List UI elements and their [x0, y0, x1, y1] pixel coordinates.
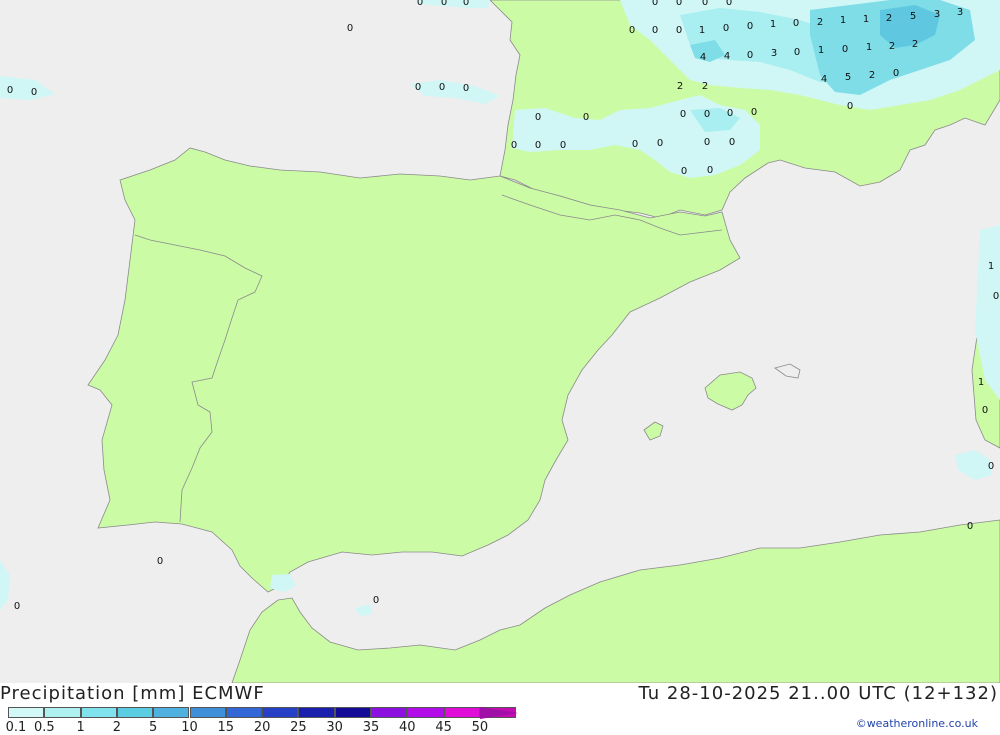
precip-value: 2 [912, 39, 918, 50]
precip-value: 0 [967, 521, 973, 532]
precip-value: 5 [910, 11, 916, 22]
precip-value: 0 [583, 112, 589, 123]
precipitation-map: 0 0 0 0 0 0 0 0 0 0 0 0 0 0 0 0 0 0 0 0 0 0 0 0 0 0 0 0 0 0 1 0 0 1 0 2 1 1 2 5… [0, 0, 1000, 683]
precip-value: 2 [702, 81, 708, 92]
precip-value: 0 [702, 0, 708, 8]
precip-value: 0 [723, 23, 729, 34]
precip-value: 0 [704, 137, 710, 148]
precip-value: 0 [652, 0, 658, 8]
legend-arrow [480, 707, 519, 719]
precip-value: 0 [676, 25, 682, 36]
precip-value: 0 [511, 140, 517, 151]
precip-value: 0 [794, 47, 800, 58]
precip-value: 2 [817, 17, 823, 28]
legend-swatch [153, 707, 190, 718]
precip-value: 0 [676, 0, 682, 8]
precip-value: 0 [629, 25, 635, 36]
precip-value: 0 [747, 50, 753, 61]
precip-value: 0 [988, 461, 994, 472]
credit-link[interactable]: ©weatheronline.co.uk [856, 717, 978, 730]
precip-value: 0 [704, 109, 710, 120]
legend-swatch [407, 707, 444, 718]
precip-value: 0 [373, 595, 379, 606]
legend-swatch [80, 707, 117, 718]
map-footer: Precipitation [mm] ECMWF Tu 28-10-2025 2… [0, 683, 1000, 735]
precip-value: 4 [700, 52, 706, 63]
precip-value: 4 [724, 51, 730, 62]
precip-value: 0 [14, 601, 20, 612]
precip-value: 1 [840, 15, 846, 26]
precip-value: 1 [818, 45, 824, 56]
legend-swatch [116, 707, 154, 718]
precip-value: 0 [726, 0, 732, 8]
precip-value: 1 [866, 42, 872, 53]
precip-value: 0 [982, 405, 988, 416]
precip-value: 0 [681, 166, 687, 177]
legend-swatch [8, 707, 45, 718]
precip-value: 3 [934, 9, 940, 20]
precip-value: 0 [793, 18, 799, 29]
precip-value: 0 [415, 82, 421, 93]
legend-swatch [443, 707, 480, 718]
precip-value: 0 [993, 291, 999, 302]
precip-value: 0 [535, 140, 541, 151]
precip-value: 5 [845, 72, 851, 83]
precip-value: 1 [699, 25, 705, 36]
legend-swatch [189, 707, 226, 718]
precip-value: 0 [747, 21, 753, 32]
legend-swatch [262, 707, 299, 718]
precip-value: 0 [157, 556, 163, 567]
precip-value: 2 [886, 13, 892, 24]
precip-value: 0 [441, 0, 447, 8]
precip-value: 0 [535, 112, 541, 123]
precip-value: 1 [978, 377, 984, 388]
precip-value: 2 [869, 70, 875, 81]
precip-value: 0 [560, 140, 566, 151]
precip-value: 0 [729, 137, 735, 148]
precip-value: 0 [842, 44, 848, 55]
forecast-datetime: Tu 28-10-2025 21..00 UTC (12+132) [638, 683, 998, 704]
precip-value: 0 [657, 138, 663, 149]
precip-value: 0 [417, 0, 423, 8]
precip-value: 1 [988, 261, 994, 272]
precip-value: 0 [347, 23, 353, 34]
map-title: Precipitation [mm] ECMWF [0, 683, 265, 704]
legend-swatch [44, 707, 81, 718]
precip-value: 0 [31, 87, 37, 98]
precip-value: 1 [863, 14, 869, 25]
precip-value: 3 [771, 48, 777, 59]
precip-value: 0 [463, 0, 469, 8]
precip-value: 2 [889, 41, 895, 52]
precip-value: 3 [957, 7, 963, 18]
precip-value: 4 [821, 74, 827, 85]
precip-value: 2 [677, 81, 683, 92]
legend-swatch [298, 707, 335, 718]
precip-value: 0 [439, 82, 445, 93]
legend-swatch [225, 707, 263, 718]
precip-value: 0 [893, 68, 899, 79]
legend-swatch [334, 707, 371, 718]
precip-value: 0 [7, 85, 13, 96]
legend-swatch [371, 707, 408, 718]
precip-value: 0 [680, 109, 686, 120]
precip-value: 1 [770, 19, 776, 30]
precip-value: 0 [652, 25, 658, 36]
precip-value: 0 [847, 101, 853, 112]
precip-value: 0 [463, 83, 469, 94]
precip-value: 0 [727, 108, 733, 119]
precip-value: 0 [707, 165, 713, 176]
precip-value: 0 [751, 107, 757, 118]
precip-value: 0 [632, 139, 638, 150]
